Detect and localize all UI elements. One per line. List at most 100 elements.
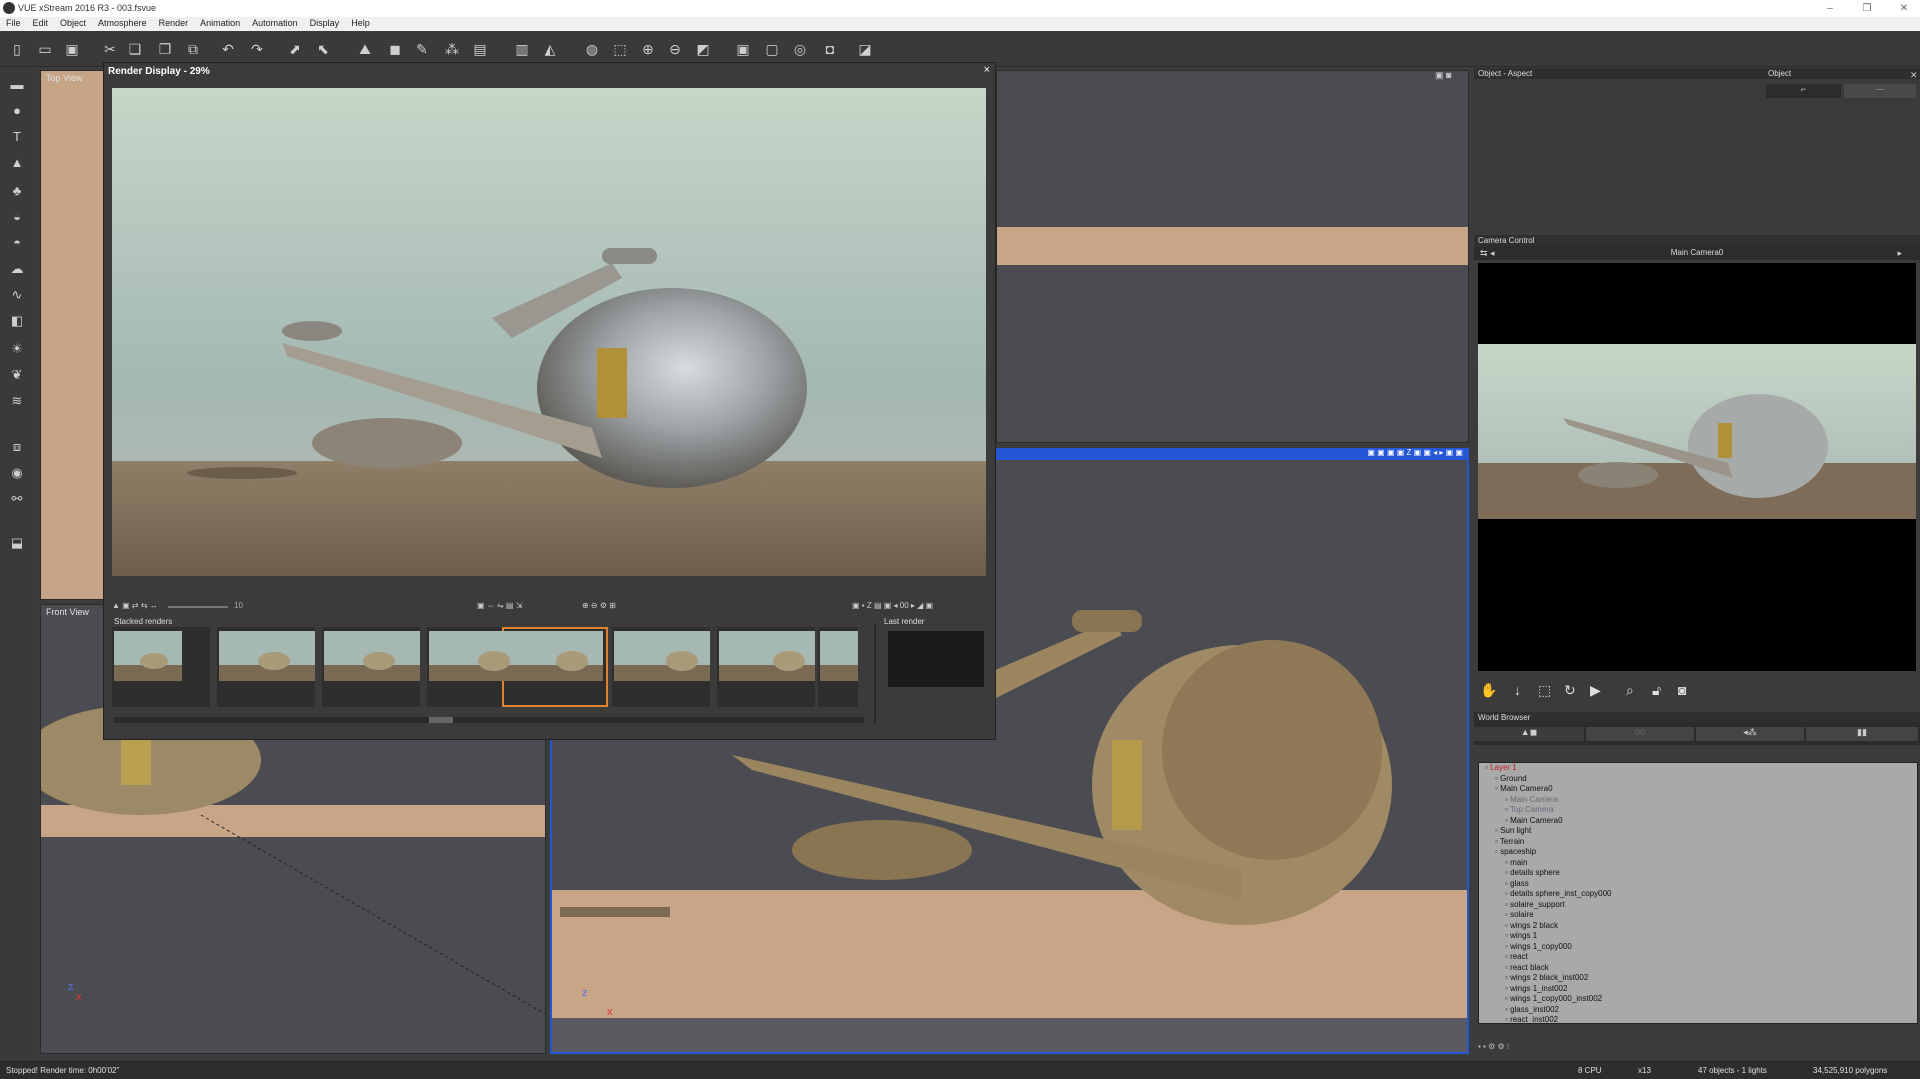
tree-item[interactable]: ▫ react <box>1479 952 1917 963</box>
path-icon[interactable]: ∿ <box>7 285 27 305</box>
tree-item[interactable]: ▫ react_inst002 <box>1479 1015 1917 1023</box>
menu-display[interactable]: Display <box>304 17 346 29</box>
boolean-icon[interactable]: ◉ <box>7 463 27 483</box>
camera-icon[interactable]: ◘ <box>820 39 840 59</box>
tree-item[interactable]: ▫ Terrain <box>1479 837 1917 848</box>
frame-icon[interactable]: ⬚ <box>610 39 630 59</box>
light-icon[interactable]: ☀ <box>7 339 27 359</box>
duplicate-icon[interactable]: ⧉ <box>183 39 203 59</box>
tree-item[interactable]: ▫ details sphere <box>1479 868 1917 879</box>
preview-icon[interactable]: ◪ <box>855 39 875 59</box>
object-tab-1[interactable]: ⌐ <box>1766 84 1841 98</box>
render-layers-icon[interactable]: ◎ <box>790 39 810 59</box>
cube-icon[interactable]: ◼ <box>385 39 405 59</box>
tree-item[interactable]: ▫ react black <box>1479 963 1917 974</box>
materials-tab[interactable]: ◌◌ <box>1586 727 1694 741</box>
camera-name[interactable]: Main Camera0 <box>1474 248 1920 257</box>
menu-atmosphere[interactable]: Atmosphere <box>92 17 153 29</box>
menu-file[interactable]: File <box>0 17 27 29</box>
tree-item[interactable]: ▫ Ground <box>1479 774 1917 785</box>
tree-item[interactable]: ▫ wings 1_inst002 <box>1479 984 1917 995</box>
object-tab-2[interactable]: ⋯ <box>1844 84 1916 98</box>
materials-icon[interactable]: ⁂ <box>442 39 462 59</box>
play-icon[interactable]: ▶ <box>1590 682 1601 699</box>
object-library-icon[interactable]: ◧ <box>7 311 27 331</box>
terrain-tool-icon[interactable]: ▲ <box>7 153 27 173</box>
world-browser-footer-icons[interactable]: ▪ ▪ ⚙ ⚙ ⁝ <box>1478 1042 1678 1054</box>
sphere-icon[interactable]: ● <box>7 101 27 121</box>
zoom-in-icon[interactable]: ⊕ <box>638 39 658 59</box>
plane-icon[interactable]: ▬ <box>7 75 27 95</box>
maximize-view-icon[interactable]: ◩ <box>693 39 713 59</box>
rotate-camera-icon[interactable]: ↻ <box>1564 682 1576 699</box>
camera-zoom-icon[interactable]: ⌕ <box>1626 682 1634 699</box>
render-display-close-button[interactable]: × <box>984 64 990 76</box>
minimize-button[interactable]: – <box>1815 0 1845 17</box>
select-icon[interactable]: ⬈ <box>285 39 305 59</box>
menu-object[interactable]: Object <box>54 17 92 29</box>
tree-item[interactable]: ▫ Top Camera <box>1479 805 1917 816</box>
text-icon[interactable]: T <box>7 127 27 147</box>
panel-close-icon[interactable]: ✕ <box>1910 70 1918 81</box>
lock-icon[interactable]: 🔓︎ <box>1652 682 1661 699</box>
align-icon[interactable]: ▥ <box>512 39 532 59</box>
tree-icon[interactable]: ♣ <box>7 181 27 201</box>
render-zoom-icons[interactable]: ⊕ ⊖ ⚙ ⊞ <box>582 601 616 610</box>
mirror-icon[interactable]: ◭ <box>540 39 560 59</box>
tree-item[interactable]: ▫ wings 2 black <box>1479 921 1917 932</box>
save-file-icon[interactable]: ▣ <box>62 39 82 59</box>
copy-icon[interactable]: ❏ <box>125 39 145 59</box>
pan-hand-icon[interactable]: ✋ <box>1480 682 1497 699</box>
tree-item[interactable]: ▫ glass_inst002 <box>1479 1005 1917 1016</box>
terrain-icon[interactable]: ⛰ <box>355 39 375 59</box>
dolly-icon[interactable]: ↓ <box>1514 682 1521 698</box>
close-window-button[interactable]: ✕ <box>1889 0 1919 17</box>
tree-item[interactable]: ▫ Main Camera <box>1479 795 1917 806</box>
stats-tab[interactable]: ▮▮ <box>1806 727 1918 741</box>
cloud-icon[interactable]: ☁ <box>7 259 27 279</box>
tree-item[interactable]: ▫ solaire_support <box>1479 900 1917 911</box>
cut-icon[interactable]: ✂ <box>100 39 120 59</box>
zoom-out-icon[interactable]: ⊖ <box>665 39 685 59</box>
rock-icon[interactable]: ◒ <box>7 207 27 227</box>
paste-icon[interactable]: ❐ <box>155 39 175 59</box>
tree-item[interactable]: ▫ spaceship <box>1479 847 1917 858</box>
render-display-titlebar[interactable]: Render Display - 29% × <box>104 63 995 79</box>
side-view-viewport[interactable] <box>996 70 1469 443</box>
tree-item[interactable]: ▫ Layer 1 <box>1479 763 1917 774</box>
menu-edit[interactable]: Edit <box>27 17 55 29</box>
export-icon[interactable]: ⬓ <box>7 533 27 553</box>
library-tab[interactable]: ◂⁂ <box>1696 727 1804 741</box>
render-area-icon[interactable]: ▢ <box>762 39 782 59</box>
water-icon[interactable]: ◓ <box>7 233 27 253</box>
globe-icon[interactable]: ◍ <box>582 39 602 59</box>
frame-select-icon[interactable]: ⬚ <box>1538 682 1551 699</box>
viewport-options-icon[interactable]: ▣ ▣ ▣ ▣ Z ▣ ▣ ◂ ▸ ▣ ▣ <box>1367 448 1463 457</box>
viewport-controls-icon[interactable]: ▣ ◙ <box>1435 70 1465 82</box>
tree-item[interactable]: ▫ main <box>1479 858 1917 869</box>
render-tools-left-icon[interactable]: ▲ ▣ ⇄ ⇆ ↔ <box>112 601 158 610</box>
tree-item[interactable]: ▫ Sun light <box>1479 826 1917 837</box>
objects-tab[interactable]: ▲◼ <box>1474 727 1584 741</box>
render-tools-middle-icon[interactable]: ▣ ⇔ ⇋ ▤ ⇲ <box>477 601 522 610</box>
tree-item[interactable]: ▫ Main Camera0 <box>1479 816 1917 827</box>
select-region-icon[interactable]: ⬉ <box>313 39 333 59</box>
render-display-window[interactable]: Render Display - 29% × ▲ ▣ ⇄ ⇆ ↔ 10 ▣ ⇔ … <box>103 62 996 740</box>
wand-icon[interactable]: ✎ <box>412 39 432 59</box>
tree-item[interactable]: ▫ details sphere_inst_copy000 <box>1479 889 1917 900</box>
world-browser-tree[interactable]: ▫ Layer 1 ▫ Ground ▫ Main Camera0 ▫ Main Ca… <box>1478 762 1918 1024</box>
camera-next-icon[interactable]: ▸ <box>1897 248 1902 259</box>
ecosystem-icon[interactable]: ❦ <box>7 365 27 385</box>
film-icon[interactable]: ▤ <box>470 39 490 59</box>
menu-help[interactable]: Help <box>345 17 376 29</box>
render-tools-right-icon[interactable]: ▣ ▪ Z ▤ ▣ ◂ 00 ▸ ◢ ▣ <box>852 601 933 610</box>
menu-automation[interactable]: Automation <box>246 17 304 29</box>
tree-item[interactable]: ▫ wings 2 black_inst002 <box>1479 973 1917 984</box>
group-icon[interactable]: ⧈ <box>7 437 27 457</box>
open-file-icon[interactable]: ▭ <box>35 39 55 59</box>
redo-icon[interactable]: ↷ <box>247 39 267 59</box>
render-icon[interactable]: ▣ <box>733 39 753 59</box>
menu-render[interactable]: Render <box>153 17 195 29</box>
maximize-button[interactable]: ❐ <box>1852 0 1882 17</box>
render-zoom-slider[interactable] <box>168 606 228 608</box>
